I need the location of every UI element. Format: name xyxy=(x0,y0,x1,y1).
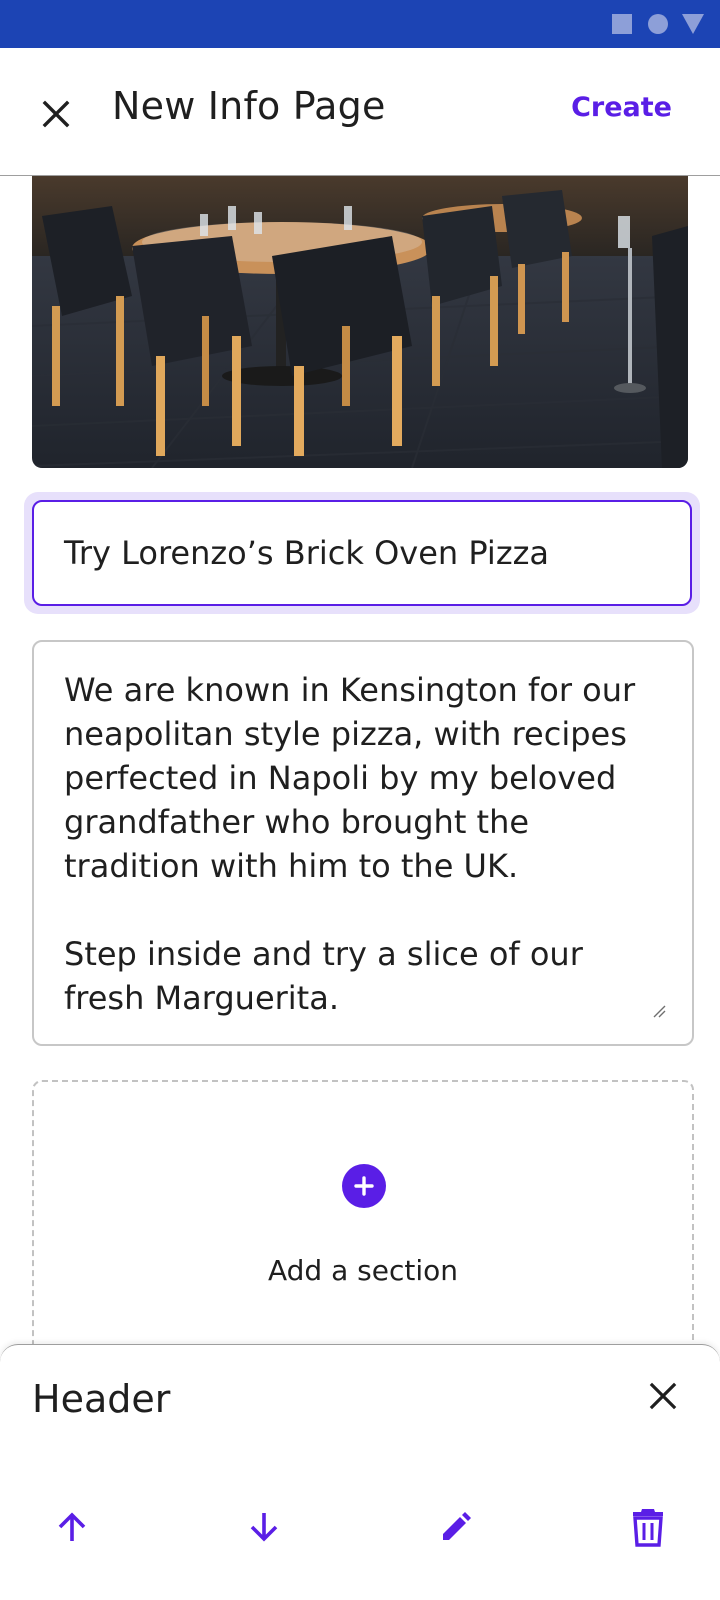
title-input-focus-ring: Try Lorenzo’s Brick Oven Pizza xyxy=(24,492,700,614)
trash-icon xyxy=(633,1509,663,1547)
body-text-line: Step inside and try a slice of our xyxy=(64,935,583,973)
bottom-sheet: Header xyxy=(0,1344,720,1600)
hero-image[interactable] xyxy=(32,176,688,468)
app-bar: New Info Page Create xyxy=(0,48,720,176)
body-text-line: perfected in Napoli by my beloved xyxy=(64,759,617,797)
recent-apps-icon xyxy=(612,14,632,34)
create-button[interactable]: Create xyxy=(571,92,672,123)
close-button[interactable] xyxy=(34,92,78,136)
resize-handle-icon[interactable] xyxy=(652,1004,666,1018)
pencil-icon xyxy=(443,1512,471,1540)
close-icon xyxy=(42,100,70,128)
body-textarea[interactable]: We are known in Kensington for our neapo… xyxy=(32,640,694,1046)
body-text-line: fresh Marguerita. xyxy=(64,979,339,1017)
body-text-line: tradition with him to the UK. xyxy=(64,847,519,885)
status-bar xyxy=(0,0,720,48)
body-text-line: neapolitan style pizza, with recipes xyxy=(64,715,627,753)
close-icon xyxy=(649,1382,677,1410)
body-text-line: We are known in Kensington for our xyxy=(64,671,636,709)
body-text-line xyxy=(64,888,662,932)
home-icon xyxy=(648,14,668,34)
delete-button[interactable] xyxy=(622,1501,674,1553)
add-section-label: Add a section xyxy=(267,1254,458,1287)
sheet-close-button[interactable] xyxy=(640,1373,686,1419)
page-title: New Info Page xyxy=(112,84,386,128)
add-section-button[interactable] xyxy=(342,1164,386,1208)
arrow-down-icon xyxy=(250,1513,278,1542)
sheet-title: Header xyxy=(32,1377,171,1421)
title-input[interactable]: Try Lorenzo’s Brick Oven Pizza xyxy=(32,500,692,606)
edit-button[interactable] xyxy=(430,1501,482,1553)
back-icon xyxy=(682,14,704,34)
move-down-button[interactable] xyxy=(238,1501,290,1553)
arrow-up-icon xyxy=(58,1512,86,1541)
add-section-area[interactable]: Add a section xyxy=(32,1080,694,1346)
plus-icon xyxy=(354,1176,374,1196)
move-up-button[interactable] xyxy=(46,1501,98,1553)
content-area[interactable]: Try Lorenzo’s Brick Oven Pizza We are kn… xyxy=(0,176,720,1346)
body-text-line: grandfather who brought the xyxy=(64,803,530,841)
restaurant-photo xyxy=(32,176,688,468)
